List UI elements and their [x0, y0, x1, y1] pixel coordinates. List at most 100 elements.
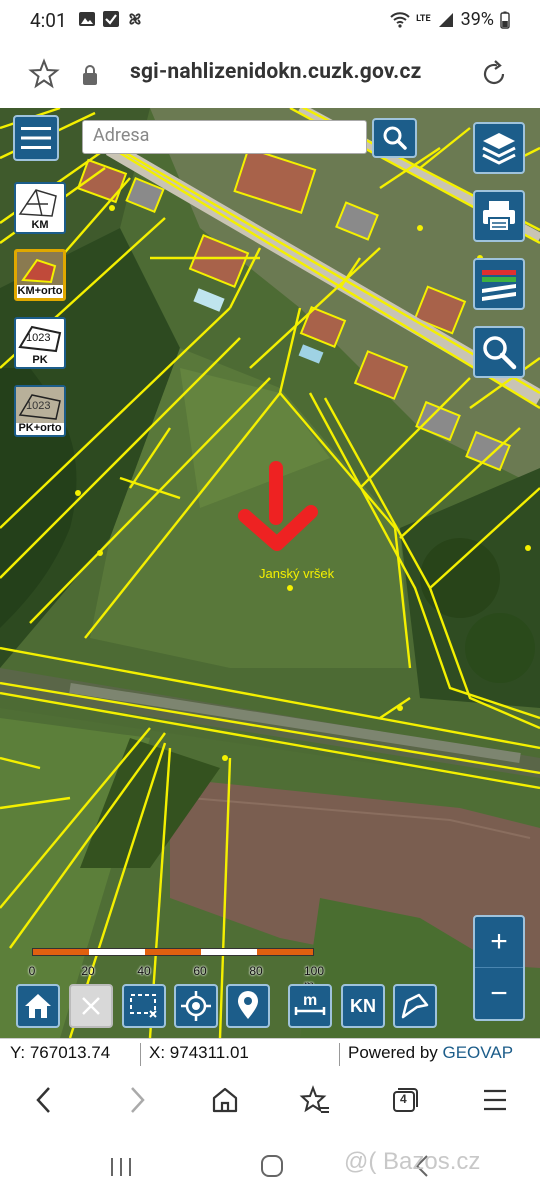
layer-pk[interactable]: 1023 PK: [14, 317, 66, 369]
map-legend-icon: [482, 270, 516, 301]
coord-y: Y: 767013.74: [10, 1043, 111, 1062]
layer-label: PK+orto: [18, 422, 62, 434]
scale-segment: [89, 949, 145, 955]
layers-button[interactable]: [473, 122, 525, 174]
tab-count: 4: [400, 1092, 407, 1106]
print-button[interactable]: [473, 190, 525, 242]
svg-text:m: m: [303, 992, 317, 1009]
svg-text:1023: 1023: [26, 332, 50, 344]
check-icon: [103, 11, 119, 27]
gallery-icon: [79, 12, 95, 26]
home-extent-button[interactable]: [16, 984, 60, 1028]
zoom-out-button[interactable]: −: [475, 968, 523, 1019]
svg-text:1023: 1023: [26, 400, 50, 412]
scale-tick: 0: [28, 964, 36, 978]
powered-prefix: Powered by: [348, 1043, 443, 1062]
hamburger-menu-icon: [484, 1089, 506, 1111]
scale-tick: 40: [137, 964, 151, 978]
fan-icon: [129, 13, 141, 25]
search-icon: [383, 126, 407, 150]
scale-segment: [145, 949, 201, 955]
lock-icon: [83, 65, 97, 85]
map-pin-icon: [238, 991, 258, 1019]
notification-icons: [78, 10, 144, 28]
watermark: @( Bazos.cz: [344, 1148, 481, 1175]
layer-km[interactable]: KM: [14, 182, 66, 234]
clear-button[interactable]: [69, 984, 113, 1028]
tabs-button[interactable]: 4: [384, 1080, 424, 1120]
layer-label: KM+orto: [17, 285, 63, 297]
bookmarks-button[interactable]: [295, 1080, 335, 1120]
orthophoto-thumb-icon: [17, 252, 63, 288]
status-right: LTE 39%: [390, 9, 510, 30]
draw-parcel-button[interactable]: [393, 984, 437, 1028]
zoom-in-button[interactable]: +: [475, 917, 523, 968]
layers-icon: [482, 133, 516, 165]
browser-nav-bar: 4: [0, 1066, 540, 1134]
select-area-button[interactable]: [122, 984, 166, 1028]
signal-icon: [438, 12, 453, 27]
place-marker-button[interactable]: [226, 984, 270, 1028]
map-area[interactable]: Janský vršek Adresa KM KM+orto 1023 PK 1…: [0, 108, 540, 1038]
crosshair-icon: [181, 991, 211, 1021]
home-circle-icon[interactable]: [260, 1154, 284, 1178]
scale-segment: [33, 949, 89, 955]
zoom-search-button[interactable]: [473, 326, 525, 378]
zoom-control: + −: [473, 915, 525, 1021]
printer-icon: [483, 201, 515, 232]
house-icon: [212, 1087, 238, 1113]
url-bar: sgi-nahlizenidokn.cuzk.gov.cz: [0, 40, 540, 108]
reload-icon[interactable]: [478, 58, 510, 90]
magnifier-icon: [483, 336, 517, 370]
scale-tick: 20: [81, 964, 95, 978]
recent-apps-icon[interactable]: [108, 1156, 134, 1178]
kn-info-button[interactable]: KN: [341, 984, 385, 1028]
forward-button[interactable]: [117, 1080, 157, 1120]
browser-menu-button[interactable]: [475, 1080, 515, 1120]
legend-button[interactable]: [473, 258, 525, 310]
layer-label: KM: [31, 219, 49, 231]
ruler-measure-icon: m: [294, 992, 326, 1015]
layer-km-orto[interactable]: KM+orto: [14, 249, 66, 301]
land-register-orto-thumb-icon: 1023: [16, 387, 64, 423]
place-label: Janský vršek: [259, 566, 335, 581]
search-button[interactable]: [372, 118, 417, 158]
scale-bar: 0 20 40 60 80 100 m: [28, 948, 324, 992]
powered-brand-link[interactable]: GEOVAP: [443, 1043, 514, 1062]
scale-segment: [201, 949, 257, 955]
scale-tick: 80: [249, 964, 263, 978]
back-button[interactable]: [24, 1080, 64, 1120]
network-label: LTE: [416, 14, 431, 24]
screen: 4:01 LTE 39% sgi-nahlizenidokn.cuzk.gov.…: [0, 0, 540, 1200]
battery-icon: [500, 11, 510, 29]
home-icon: [25, 994, 51, 1018]
locate-button[interactable]: [174, 984, 218, 1028]
status-time: 4:01: [30, 9, 67, 32]
battery-percent: 39%: [460, 9, 494, 30]
scale-segments: [32, 948, 314, 956]
menu-button[interactable]: [13, 115, 59, 161]
chevron-left-icon: [36, 1087, 50, 1113]
layer-label: PK: [32, 354, 48, 366]
measure-button[interactable]: m: [288, 984, 332, 1028]
cadastral-map-thumb-icon: [18, 189, 57, 217]
bookmark-star-icon[interactable]: [28, 58, 60, 90]
selection-rectangle-icon: [130, 994, 157, 1018]
home-button[interactable]: [205, 1080, 245, 1120]
address-search-input[interactable]: Adresa: [82, 120, 367, 154]
kn-label: KN: [350, 995, 376, 1016]
layer-pk-orto[interactable]: 1023 PK+orto: [14, 385, 66, 437]
powered-by: Powered by GEOVAP: [339, 1043, 513, 1067]
close-icon: [82, 997, 100, 1015]
coord-x: X: 974311.01: [140, 1043, 249, 1067]
url-text[interactable]: sgi-nahlizenidokn.cuzk.gov.cz: [130, 60, 421, 84]
star-list-icon: [299, 1085, 329, 1113]
hamburger-icon: [21, 127, 51, 149]
land-register-thumb-icon: 1023: [18, 325, 62, 353]
status-bar: 4:01 LTE 39%: [0, 0, 540, 40]
chevron-right-icon: [131, 1087, 145, 1113]
scale-segment: [257, 949, 313, 955]
coordinate-bar: Y: 767013.74 X: 974311.01 Powered by GEO…: [0, 1038, 540, 1067]
wifi-icon: [390, 11, 410, 28]
polygon-draw-icon: [401, 993, 429, 1019]
